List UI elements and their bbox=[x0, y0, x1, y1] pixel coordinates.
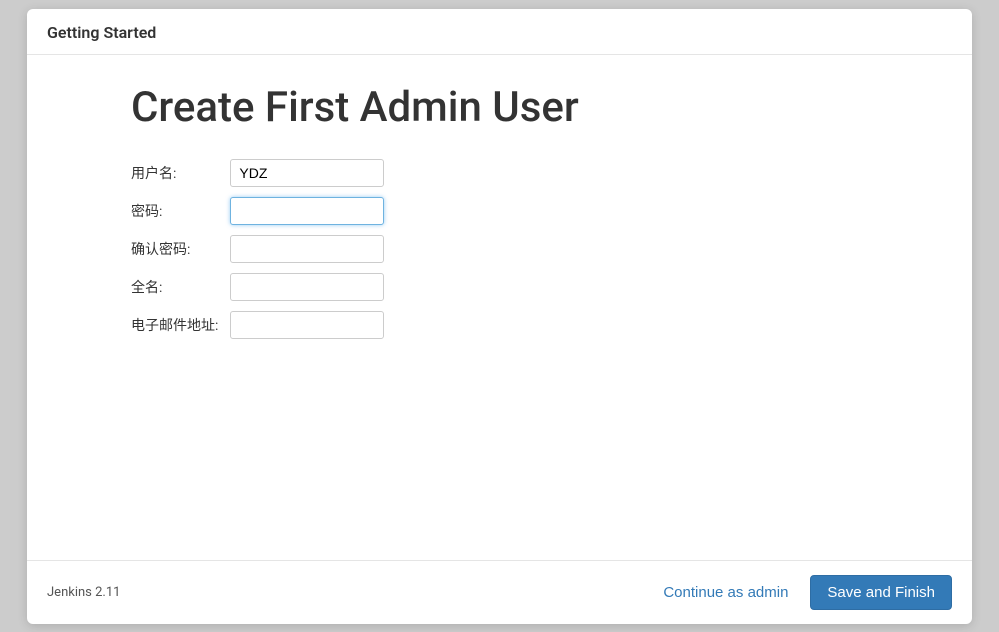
email-label: 电子邮件地址: bbox=[131, 306, 230, 344]
email-input[interactable] bbox=[230, 311, 384, 339]
save-and-finish-button[interactable]: Save and Finish bbox=[810, 575, 952, 610]
setup-dialog: Getting Started Create First Admin User … bbox=[27, 9, 972, 624]
version-label: Jenkins 2.11 bbox=[47, 585, 120, 600]
username-input[interactable] bbox=[230, 159, 384, 187]
form-row-password: 密码: bbox=[131, 192, 392, 230]
dialog-footer: Jenkins 2.11 Continue as admin Save and … bbox=[27, 560, 972, 624]
page-heading: Create First Admin User bbox=[131, 83, 952, 132]
dialog-title: Getting Started bbox=[47, 23, 952, 42]
confirm-password-label: 确认密码: bbox=[131, 230, 230, 268]
form-row-username: 用户名: bbox=[131, 154, 392, 192]
fullname-label: 全名: bbox=[131, 268, 230, 306]
form-row-confirm-password: 确认密码: bbox=[131, 230, 392, 268]
dialog-body: Create First Admin User 用户名: 密码: 确认密码: bbox=[27, 55, 972, 560]
password-input[interactable] bbox=[230, 197, 384, 225]
username-label: 用户名: bbox=[131, 154, 230, 192]
admin-user-form: 用户名: 密码: 确认密码: 全名: bbox=[131, 154, 392, 344]
form-row-email: 电子邮件地址: bbox=[131, 306, 392, 344]
continue-as-admin-button[interactable]: Continue as admin bbox=[649, 576, 802, 609]
dialog-header: Getting Started bbox=[27, 9, 972, 55]
password-label: 密码: bbox=[131, 192, 230, 230]
confirm-password-input[interactable] bbox=[230, 235, 384, 263]
fullname-input[interactable] bbox=[230, 273, 384, 301]
form-row-fullname: 全名: bbox=[131, 268, 392, 306]
